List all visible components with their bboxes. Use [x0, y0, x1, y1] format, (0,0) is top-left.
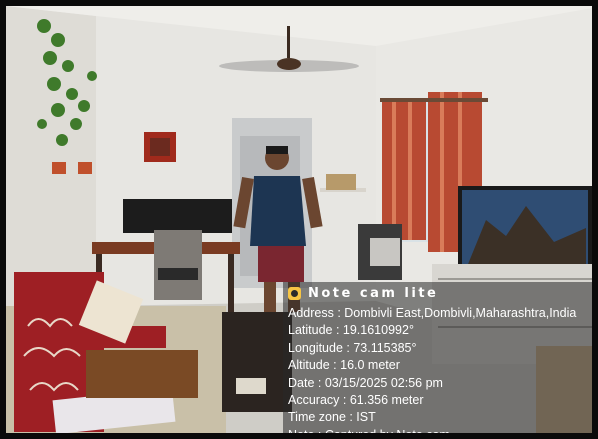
camera-icon [288, 286, 301, 300]
accuracy-line: Accuracy : 61.356 meter [288, 393, 424, 408]
plant-pot [52, 162, 66, 174]
stamp-lines: Address : Dombivli East,Dombivli,Maharas… [283, 305, 592, 439]
curtain-left [382, 102, 426, 240]
address-line: Address : Dombivli East,Dombivli,Maharas… [288, 306, 577, 320]
date-line: Date : 03/15/2025 02:56 pm [288, 375, 443, 390]
desk-chair [154, 230, 202, 300]
monitor-right [180, 199, 232, 233]
coffee-table [222, 312, 292, 412]
stamp-header: Note cam lite [283, 282, 592, 304]
altitude-line: Altitude : 16.0 meter [288, 358, 400, 373]
room-photo: Note cam lite Address : Dombivli East,Do… [0, 0, 598, 439]
monitor-left [123, 199, 181, 233]
latitude-line: Latitude : 19.1610992° [288, 323, 414, 338]
note-line: Note : Captured by Note cam [288, 427, 450, 439]
note-cam-stamp: Note cam lite Address : Dombivli East,Do… [283, 282, 592, 439]
timezone-line: Time zone : IST [288, 410, 376, 425]
longitude-line: Longitude : 73.115385° [288, 340, 417, 355]
app-name: Note cam lite [308, 285, 439, 301]
